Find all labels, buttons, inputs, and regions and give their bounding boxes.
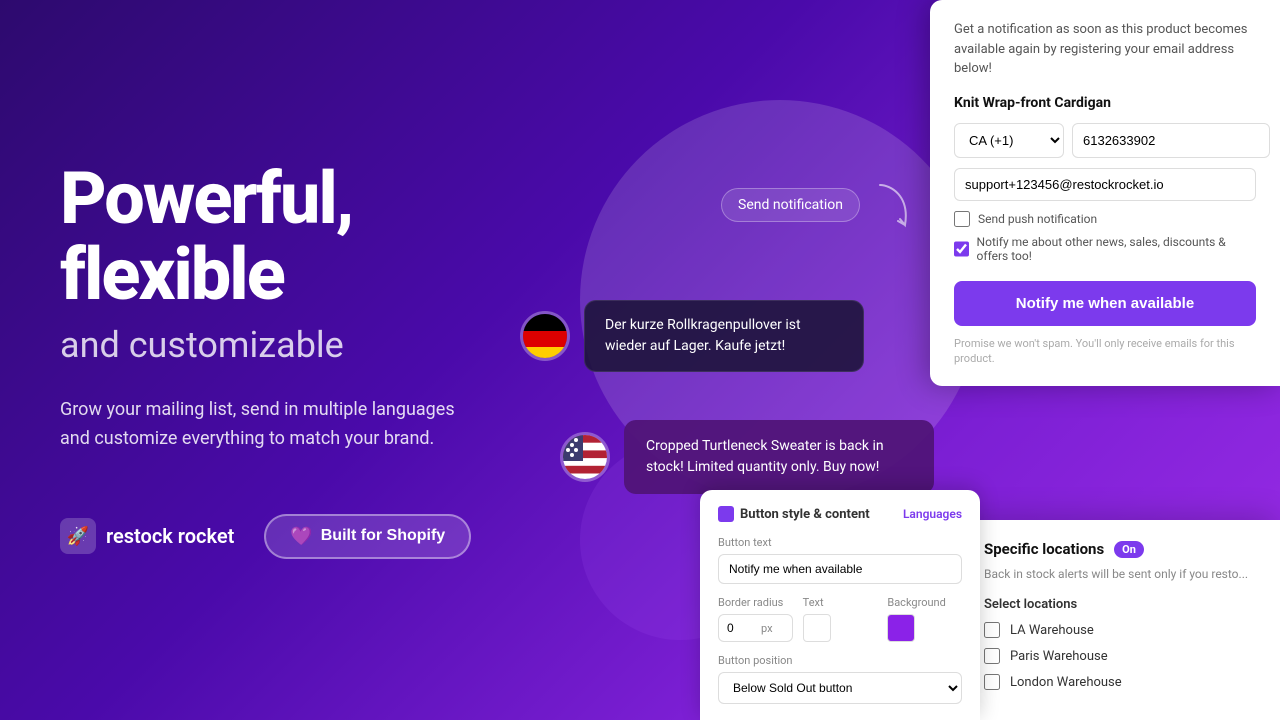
bsp-icon: [718, 506, 734, 522]
news-checkbox-row: Notify me about other news, sales, disco…: [954, 235, 1256, 263]
brand-icon: 🚀: [60, 518, 96, 554]
bsp-title: Button style & content: [718, 506, 870, 522]
hero-subtitle: and customizable: [60, 324, 500, 366]
arrow-icon: [870, 175, 920, 235]
bsp-header: Button style & content Languages: [718, 506, 962, 522]
shopify-btn-label: Built for Shopify: [321, 527, 445, 545]
button-text-input[interactable]: [718, 554, 962, 584]
push-notification-checkbox[interactable]: [954, 211, 970, 227]
location-london-checkbox[interactable]: [984, 674, 1000, 690]
location-la-checkbox[interactable]: [984, 622, 1000, 638]
spam-note: Promise we won't spam. You'll only recei…: [954, 336, 1256, 367]
border-radius-label: Border radius: [718, 596, 793, 609]
brand-name: restock rocket: [106, 524, 234, 548]
push-notification-row: Send push notification: [954, 211, 1256, 227]
bsp-languages-link[interactable]: Languages: [903, 507, 962, 521]
german-bubble: Der kurze Rollkragenpullover ist wieder …: [584, 300, 864, 372]
news-checkbox-label: Notify me about other news, sales, disco…: [977, 235, 1256, 263]
location-la-label: LA Warehouse: [1010, 623, 1094, 638]
brand-logo: 🚀 restock rocket: [60, 518, 234, 554]
border-radius-value[interactable]: [727, 621, 757, 635]
german-notification: Der kurze Rollkragenpullover ist wieder …: [520, 300, 864, 372]
hero-description: Grow your mailing list, send in multiple…: [60, 396, 460, 454]
border-radius-unit: px: [761, 622, 773, 635]
german-flag: [520, 311, 570, 361]
position-label: Button position: [718, 654, 962, 667]
hero-section: Powerful, flexible and customizable Grow…: [0, 0, 560, 720]
phone-number-input[interactable]: [1072, 123, 1270, 158]
news-checkbox[interactable]: [954, 241, 969, 257]
border-radius-input: px: [718, 614, 793, 642]
border-radius-col: Border radius px: [718, 596, 793, 642]
locations-on-badge: On: [1114, 541, 1144, 558]
german-bubble-text: Der kurze Rollkragenpullover ist wieder …: [605, 317, 801, 354]
bg-color-col: Background: [887, 596, 962, 642]
push-notification-label: Send push notification: [978, 212, 1097, 226]
phone-row: CA (+1): [954, 123, 1256, 158]
english-bubble-text: Cropped Turtleneck Sweater is back in st…: [646, 438, 884, 475]
email-input[interactable]: [954, 168, 1256, 201]
phone-country-select[interactable]: CA (+1): [954, 123, 1064, 158]
style-row: Border radius px Text Background: [718, 596, 962, 642]
location-item-la: LA Warehouse: [984, 622, 1256, 638]
hero-title: Powerful, flexible: [60, 161, 500, 312]
notify-button[interactable]: Notify me when available: [954, 281, 1256, 326]
location-item-london: London Warehouse: [984, 674, 1256, 690]
send-notification-label: Send notification: [721, 188, 860, 222]
shopify-button[interactable]: 💜 Built for Shopify: [264, 514, 471, 559]
position-select[interactable]: Below Sold Out button: [718, 672, 962, 704]
location-item-paris: Paris Warehouse: [984, 648, 1256, 664]
title-line2: flexible: [60, 232, 284, 317]
locations-title: Specific locations: [984, 540, 1104, 558]
bsp-title-text: Button style & content: [740, 507, 870, 522]
heart-icon: 💜: [290, 526, 312, 547]
location-london-label: London Warehouse: [1010, 675, 1122, 690]
title-line1: Powerful,: [60, 156, 352, 241]
notify-btn-label: Notify me when available: [1016, 295, 1194, 312]
locations-header: Specific locations On: [984, 540, 1256, 558]
send-notification-indicator: Send notification: [721, 175, 920, 235]
notification-panel: Get a notification as soon as this produ…: [930, 0, 1280, 386]
us-flag: [560, 432, 610, 482]
brand-row: 🚀 restock rocket 💜 Built for Shopify: [60, 514, 500, 559]
text-color-col: Text: [803, 596, 878, 642]
text-color-swatch[interactable]: [803, 614, 831, 642]
english-bubble: Cropped Turtleneck Sweater is back in st…: [624, 420, 934, 494]
bg-color-label: Background: [887, 596, 962, 609]
english-notification: Cropped Turtleneck Sweater is back in st…: [560, 420, 934, 494]
locations-desc: Back in stock alerts will be sent only i…: [984, 566, 1256, 583]
panel-header-text: Get a notification as soon as this produ…: [954, 20, 1256, 79]
product-name: Knit Wrap-front Cardigan: [954, 95, 1256, 111]
button-text-label: Button text: [718, 536, 962, 549]
select-locations-label: Select locations: [984, 597, 1256, 612]
bg-color-swatch[interactable]: [887, 614, 915, 642]
location-paris-label: Paris Warehouse: [1010, 649, 1108, 664]
locations-panel: Specific locations On Back in stock aler…: [960, 520, 1280, 720]
location-paris-checkbox[interactable]: [984, 648, 1000, 664]
button-style-panel: Button style & content Languages Button …: [700, 490, 980, 720]
text-color-label: Text: [803, 596, 878, 609]
